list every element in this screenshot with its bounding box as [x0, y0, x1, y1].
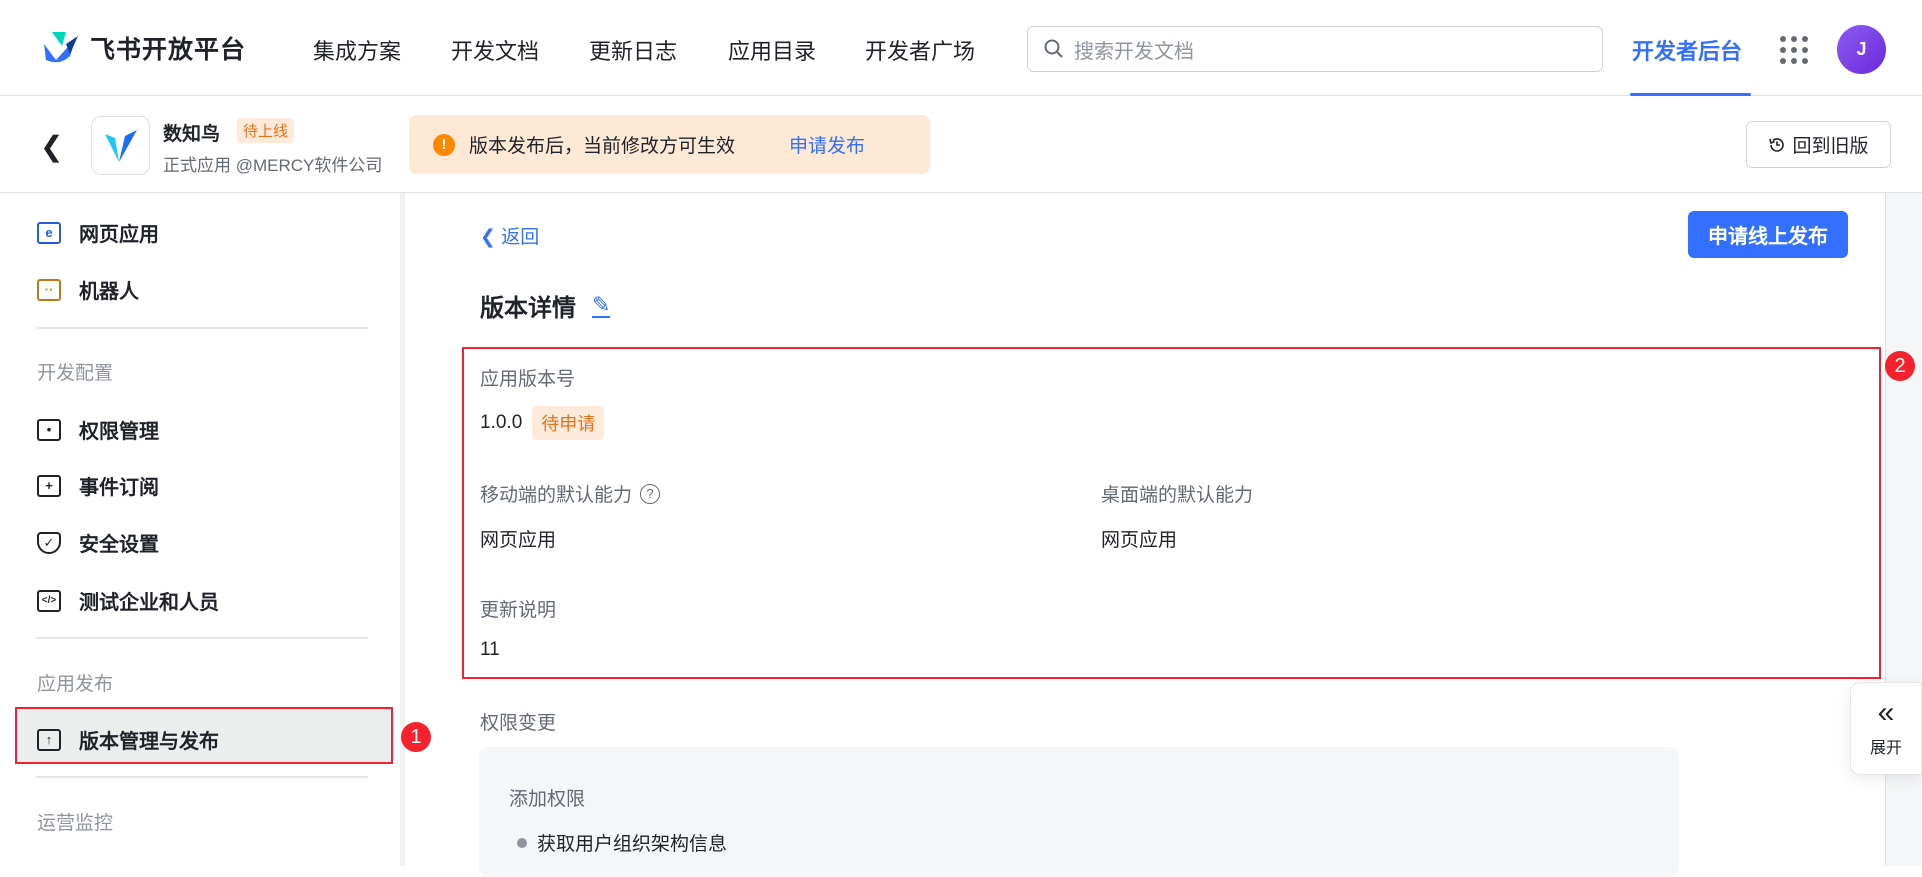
page-title: 版本详情 ✎: [480, 288, 611, 323]
nav-docs[interactable]: 开发文档: [451, 34, 539, 66]
upload-icon: ↑: [37, 728, 61, 751]
alert-message: 版本发布后，当前修改方可生效: [469, 136, 736, 157]
sidebar-item-web-app[interactable]: e 网页应用: [37, 218, 159, 247]
version-label: 应用版本号: [480, 369, 576, 390]
sidebar-item-label: 网页应用: [79, 224, 159, 246]
nav-app-directory[interactable]: 应用目录: [728, 34, 816, 66]
event-plus-icon: +: [37, 474, 61, 497]
avatar[interactable]: J: [1837, 25, 1886, 74]
nav-changelog[interactable]: 更新日志: [589, 34, 677, 66]
annotation-marker-2: 2: [1885, 351, 1915, 381]
expand-label: 展开: [1869, 739, 1902, 757]
nav-integration[interactable]: 集成方案: [313, 34, 401, 66]
nav-developer-plaza[interactable]: 开发者广场: [865, 34, 975, 66]
version-number: 1.0.0: [480, 412, 523, 433]
sidebar-item-robot[interactable]: ·· 机器人: [37, 275, 139, 304]
desktop-capability-label: 桌面端的默认能力: [1101, 485, 1254, 506]
search-placeholder: 搜索开发文档: [1074, 40, 1194, 63]
code-icon: </>: [37, 589, 61, 612]
feishu-logo[interactable]: 飞书开放平台: [40, 30, 246, 66]
back-chevron-icon[interactable]: ❮: [40, 130, 63, 163]
desktop-capability-value: 网页应用: [1101, 530, 1178, 551]
divider: [36, 327, 368, 329]
robot-icon: ··: [37, 278, 61, 301]
sidebar-item-label: 机器人: [79, 281, 139, 303]
sidebar-item-permissions[interactable]: • 权限管理: [37, 415, 159, 444]
app-icon: [91, 116, 150, 175]
edit-icon[interactable]: ✎: [592, 293, 611, 318]
sidebar-scrollbar[interactable]: [400, 193, 405, 866]
top-navigation-bar: 飞书开放平台 集成方案 开发文档 更新日志 应用目录 开发者广场 搜索开发文档 …: [0, 0, 1922, 96]
mobile-capability-value: 网页应用: [480, 530, 557, 551]
divider: [36, 637, 368, 639]
sidebar-group-title: 开发配置: [37, 363, 114, 384]
back-link-label: 返回: [501, 227, 540, 248]
sidebar-item-label: 版本管理与发布: [79, 731, 219, 753]
permission-item: 获取用户组织架构信息: [517, 829, 727, 856]
sidebar-group-title: 运营监控: [37, 813, 114, 834]
sidebar-item-label: 权限管理: [79, 421, 159, 443]
sidebar-group-title: 应用发布: [37, 674, 114, 695]
shield-icon: ✓: [37, 531, 61, 554]
briefcase-icon: •: [37, 418, 61, 441]
release-notes-label: 更新说明: [480, 600, 557, 621]
sidebar-item-security[interactable]: ✓ 安全设置: [37, 528, 159, 557]
app-name: 数知鸟: [163, 124, 221, 145]
sidebar-item-events[interactable]: + 事件订阅: [37, 471, 159, 500]
sidebar-item-version-release[interactable]: ↑ 版本管理与发布: [37, 725, 219, 754]
back-link[interactable]: ❮ 返回: [480, 222, 539, 249]
help-icon[interactable]: ?: [640, 483, 661, 504]
status-badge: 待上线: [237, 118, 295, 143]
apply-online-publish-button[interactable]: 申请线上发布: [1688, 211, 1848, 258]
added-permissions-label: 添加权限: [509, 789, 586, 810]
version-row: 1.0.0 待申请: [480, 406, 605, 440]
sidebar-item-label: 安全设置: [79, 534, 159, 556]
release-notes-value: 11: [480, 639, 500, 660]
history-icon: [1769, 137, 1785, 152]
apply-publish-link[interactable]: 申请发布: [789, 131, 865, 158]
sidebar-item-label: 事件订阅: [79, 477, 159, 499]
app-header-bar: [0, 96, 1922, 193]
logo-text: 飞书开放平台: [90, 36, 247, 64]
permission-item-label: 获取用户组织架构信息: [537, 834, 728, 855]
back-to-old-version-button[interactable]: 回到旧版: [1746, 121, 1891, 168]
back-to-old-version-label: 回到旧版: [1792, 136, 1869, 157]
permission-changes-title: 权限变更: [480, 713, 557, 734]
warning-icon: !: [433, 133, 455, 156]
app-subtitle: 正式应用 @MERCY软件公司: [163, 156, 383, 175]
divider: [36, 776, 368, 778]
nav-developer-console[interactable]: 开发者后台: [1632, 34, 1742, 66]
publish-alert: ! 版本发布后，当前修改方可生效 申请发布: [409, 115, 930, 174]
mobile-capability-label: 移动端的默认能力: [480, 485, 633, 506]
search-icon: [1044, 39, 1063, 58]
feishu-logo-icon: [44, 32, 78, 63]
permission-changes-box: [479, 747, 1679, 877]
mobile-label-row: 移动端的默认能力?: [480, 480, 661, 507]
version-details-highlight: [462, 347, 1881, 679]
sidebar-item-label: 测试企业和人员: [79, 592, 219, 614]
annotation-marker-1: 1: [401, 722, 431, 752]
expand-panel-button[interactable]: « 展开: [1850, 682, 1922, 775]
page-title-text: 版本详情: [480, 295, 576, 322]
search-input[interactable]: 搜索开发文档: [1027, 26, 1603, 72]
web-app-icon: e: [37, 221, 61, 244]
app-grid-icon[interactable]: [1780, 36, 1808, 64]
sidebar-item-test-users[interactable]: </> 测试企业和人员: [37, 586, 219, 615]
version-status-badge: 待申请: [532, 406, 605, 440]
bullet-icon: [517, 837, 527, 848]
double-chevron-left-icon: «: [1877, 695, 1895, 729]
